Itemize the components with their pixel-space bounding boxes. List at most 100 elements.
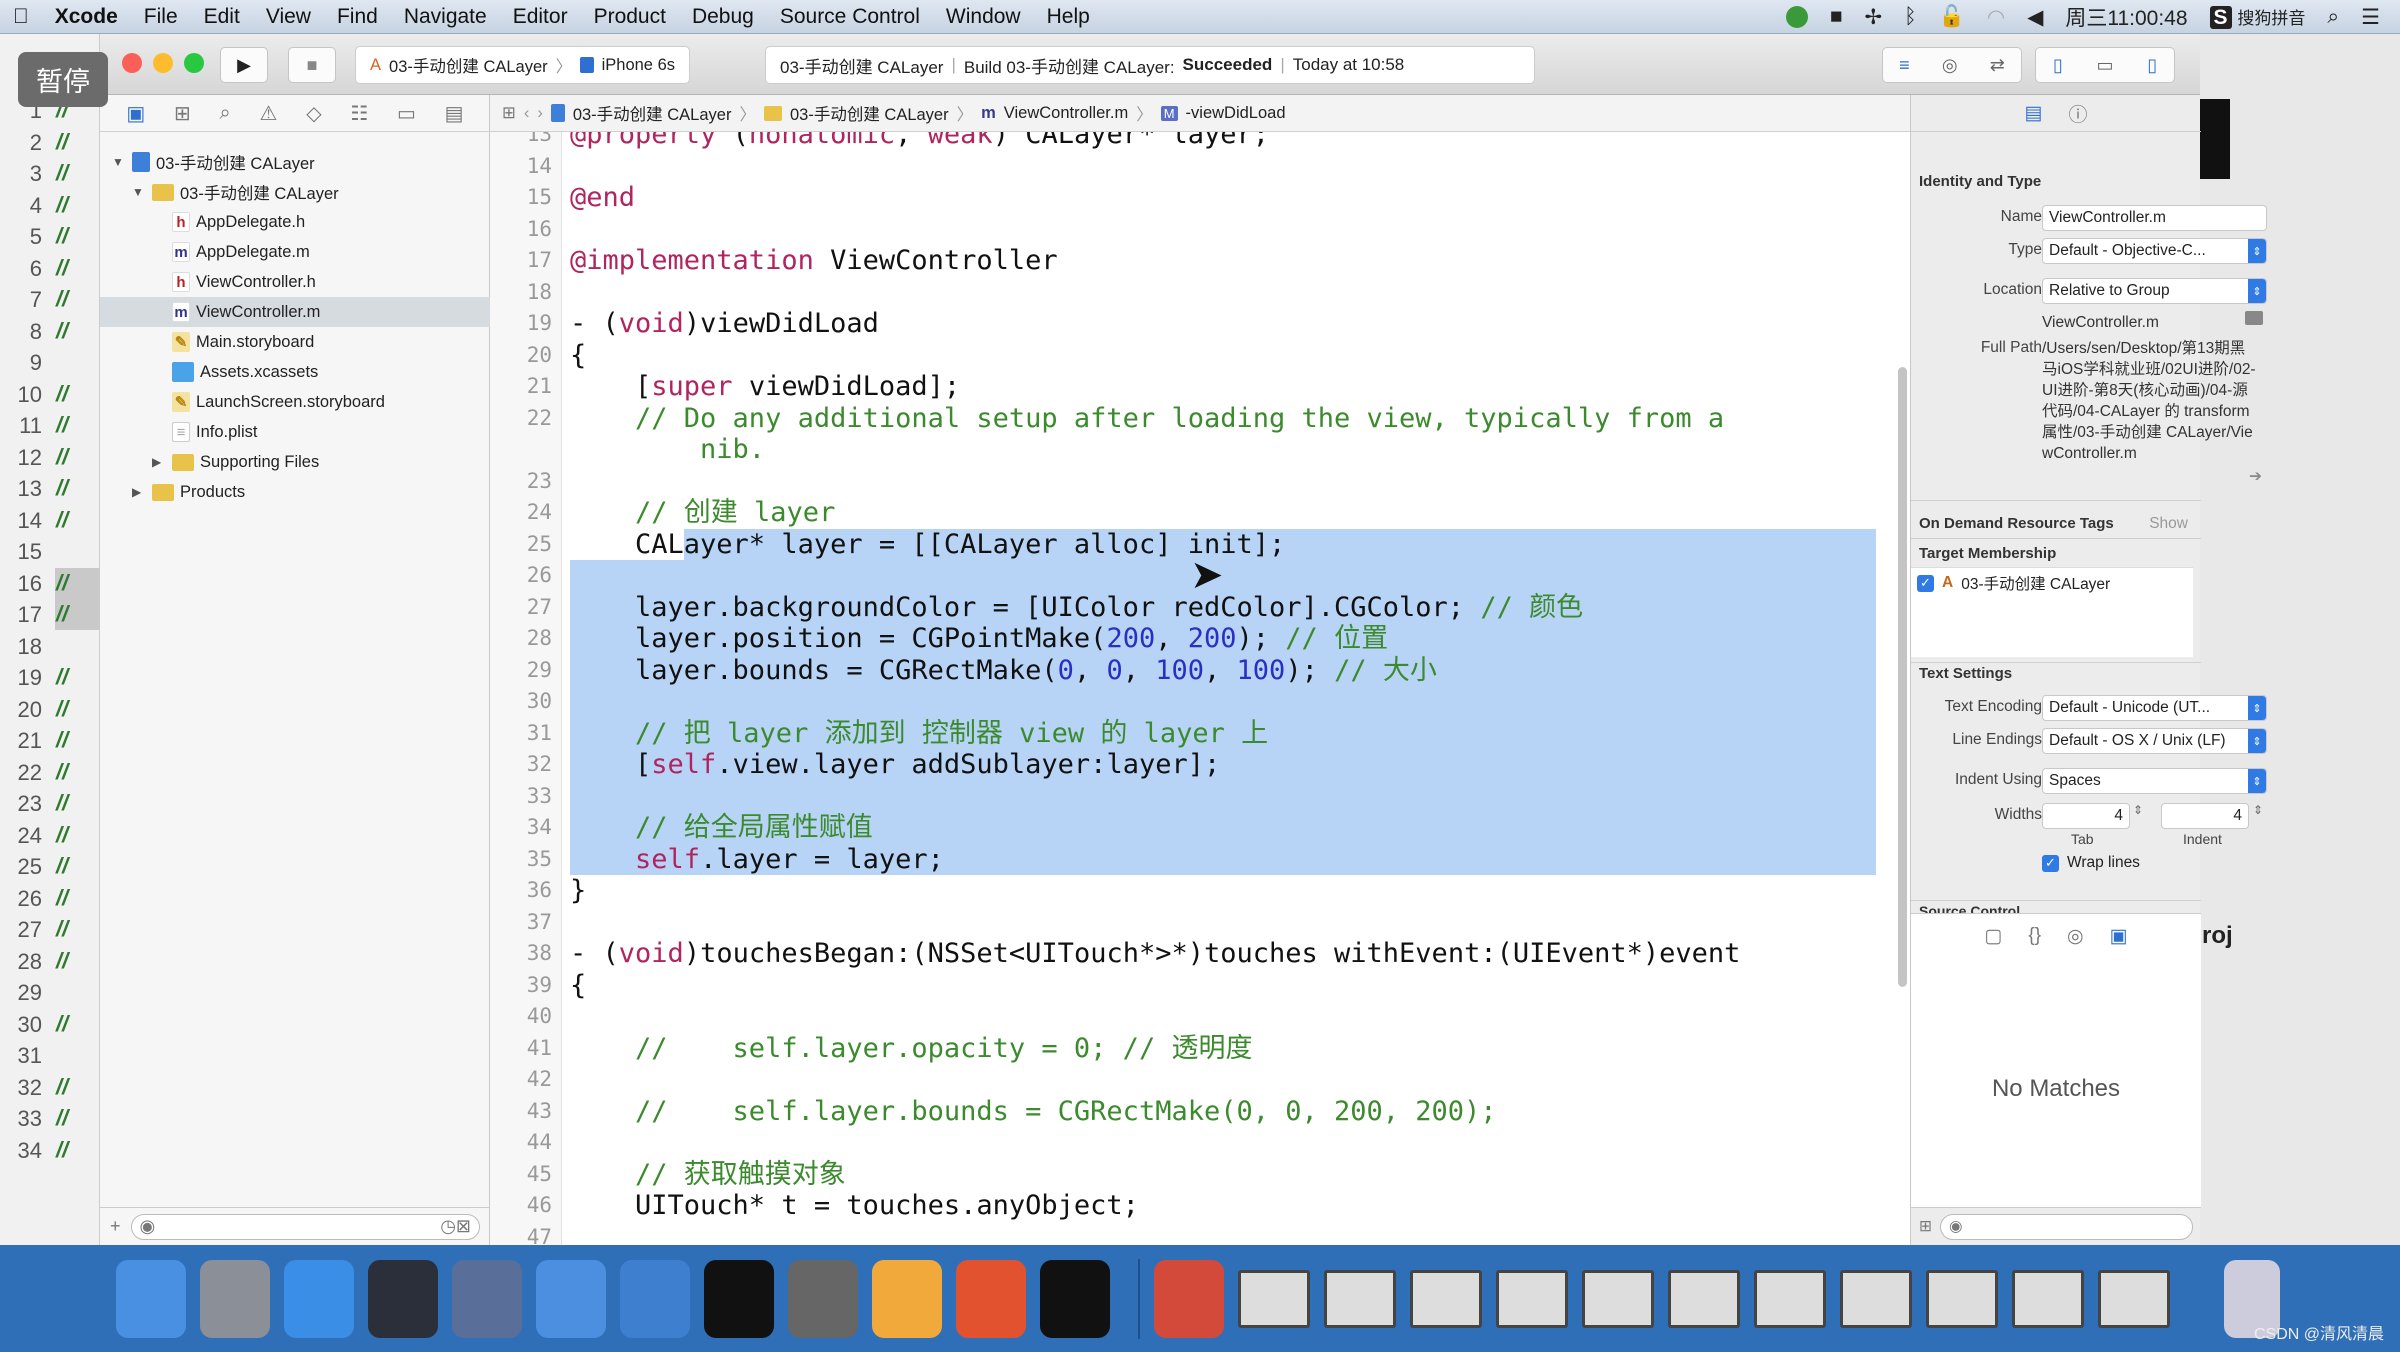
menu-help[interactable]: Help xyxy=(1034,5,1103,29)
breakpoint-navigator-icon[interactable]: ▭ xyxy=(397,101,416,126)
utilities-toggle-icon[interactable]: ▯ xyxy=(2147,55,2157,76)
back-button[interactable]: ‹ xyxy=(524,104,530,123)
dock-mouse-icon[interactable] xyxy=(368,1259,438,1338)
run-button[interactable]: ▶ xyxy=(220,47,268,83)
menu-view[interactable]: View xyxy=(253,5,324,29)
file-template-library-icon[interactable]: ▢ xyxy=(1984,925,2002,948)
menu-file[interactable]: File xyxy=(131,5,191,29)
odr-show-button[interactable]: Show xyxy=(2149,515,2188,533)
dock-minimized-window[interactable] xyxy=(1754,1269,1826,1328)
menu-find[interactable]: Find xyxy=(324,5,391,29)
jump-group[interactable]: 03-手动创建 CALayer xyxy=(790,101,949,125)
menu-product[interactable]: Product xyxy=(581,5,679,29)
disclosure-closed-icon[interactable]: ▶ xyxy=(132,485,146,499)
library-filter-input[interactable]: ◉ xyxy=(1940,1213,2193,1240)
indent-width-field[interactable]: 4 xyxy=(2161,803,2249,829)
related-items-icon[interactable]: ⊞ xyxy=(502,103,516,123)
project-navigator-icon[interactable]: ▣ xyxy=(126,101,145,126)
editor-scrollbar[interactable] xyxy=(1898,367,1907,987)
dock-minimized-window[interactable] xyxy=(2012,1269,2084,1328)
grid-view-icon[interactable]: ⊞ xyxy=(1919,1217,1932,1236)
dock-terminal-icon[interactable] xyxy=(704,1259,774,1338)
debug-navigator-icon[interactable]: ☷ xyxy=(350,101,368,126)
dock-launchpad-icon[interactable] xyxy=(200,1259,270,1338)
menu-source-control[interactable]: Source Control xyxy=(767,5,933,29)
wrap-lines-checkbox[interactable]: ✓ Wrap lines xyxy=(2042,854,2140,872)
tree-item[interactable]: ≡ Info.plist xyxy=(100,417,490,447)
spotlight-icon[interactable]: ⌕ xyxy=(2327,5,2339,29)
jump-project[interactable]: 03-手动创建 CALayer xyxy=(573,101,732,125)
tree-item[interactable]: ▶ Products xyxy=(100,477,490,507)
dock-system-preferences-icon[interactable] xyxy=(788,1259,858,1338)
navigator-filter-input[interactable]: ◉ ◷⊠ xyxy=(130,1213,480,1240)
tree-item[interactable]: ▶ Supporting Files xyxy=(100,447,490,477)
menu-debug[interactable]: Debug xyxy=(679,5,767,29)
dock-minimized-window[interactable] xyxy=(1668,1269,1740,1328)
scheme-selector[interactable]: A 03-手动创建 CALayer 〉 iPhone 6s xyxy=(355,46,690,84)
fan-icon[interactable]: ✢ xyxy=(1865,5,1883,30)
tree-item[interactable]: m ViewController.m xyxy=(100,297,490,327)
tree-item[interactable]: m AppDelegate.m xyxy=(100,237,490,267)
dock-minimized-window[interactable] xyxy=(1324,1269,1396,1328)
symbol-navigator-icon[interactable]: ⊞ xyxy=(174,101,191,126)
tree-item[interactable]: h ViewController.h xyxy=(100,267,490,297)
debug-area-toggle-icon[interactable]: ▭ xyxy=(2096,55,2113,76)
test-navigator-icon[interactable]: ◇ xyxy=(306,101,321,126)
navigator-toggle-icon[interactable]: ▯ xyxy=(2053,55,2063,76)
volume-icon[interactable]: ◀ xyxy=(2027,5,2043,30)
code-area[interactable]: 13 @property (nonatomic, weak) CALayer* l… xyxy=(490,132,1910,1245)
dock-xcode-icon[interactable] xyxy=(536,1259,606,1338)
notification-center-icon[interactable]: ☰ xyxy=(2361,5,2380,30)
tree-item[interactable]: h AppDelegate.h xyxy=(100,207,490,237)
version-editor-icon[interactable]: ⇄ xyxy=(1990,55,2005,76)
tab-width-stepper[interactable]: ⇕ xyxy=(2133,803,2143,817)
add-icon[interactable]: + xyxy=(110,1216,121,1237)
wifi-icon[interactable]: ◠ xyxy=(1987,5,2005,30)
dock-minimized-window[interactable] xyxy=(1238,1269,1310,1328)
dock-minimized-window[interactable] xyxy=(2098,1269,2170,1328)
tree-item[interactable]: ✎ Main.storyboard xyxy=(100,327,490,357)
encoding-select[interactable]: Default - Unicode (UT... ⇕ xyxy=(2042,695,2267,721)
clock[interactable]: 周三11:00:48 xyxy=(2065,2,2187,32)
checkbox-checked-icon[interactable]: ✓ xyxy=(1917,574,1934,592)
minimize-window-button[interactable] xyxy=(153,53,173,73)
line-endings-select[interactable]: Default - OS X / Unix (LF) ⇕ xyxy=(2042,728,2267,754)
dock-minimized-window[interactable] xyxy=(1926,1269,1998,1328)
dock-minimized-window[interactable] xyxy=(1840,1269,1912,1328)
apple-menu-icon[interactable]:  xyxy=(0,5,42,29)
choose-folder-icon[interactable] xyxy=(2245,311,2263,325)
disclosure-closed-icon[interactable]: ▶ xyxy=(152,455,166,469)
code-snippet-library-icon[interactable]: {} xyxy=(2028,925,2041,947)
object-library-icon[interactable]: ◎ xyxy=(2067,925,2084,948)
assistant-editor-icon[interactable]: ◎ xyxy=(1942,55,1958,76)
location-select[interactable]: Relative to Group ⇕ xyxy=(2042,278,2267,304)
report-navigator-icon[interactable]: ▤ xyxy=(445,101,464,126)
screen-record-icon[interactable]: ■ xyxy=(1830,5,1843,29)
target-membership-item[interactable]: ✓ A 03-手动创建 CALayer xyxy=(1917,572,2110,594)
menu-window[interactable]: Window xyxy=(933,5,1034,29)
quick-help-icon[interactable]: ⓘ xyxy=(2068,100,2087,127)
dock-p-app-icon[interactable] xyxy=(956,1259,1026,1338)
tab-width-field[interactable]: 4 xyxy=(2042,803,2130,829)
forward-button[interactable]: › xyxy=(537,104,543,123)
jump-method[interactable]: -viewDidLoad xyxy=(1186,104,1286,123)
file-inspector-icon[interactable]: ▤ xyxy=(2025,102,2043,125)
dock-safari-icon[interactable] xyxy=(284,1259,354,1338)
ime-menu[interactable]: S 搜狗拼音 xyxy=(2209,4,2305,30)
find-navigator-icon[interactable]: ⌕ xyxy=(220,102,231,125)
indent-width-stepper[interactable]: ⇕ xyxy=(2253,803,2263,817)
dock-minimized-window[interactable] xyxy=(1410,1269,1482,1328)
dock-minimized-window[interactable] xyxy=(1582,1269,1654,1328)
dock-finder-icon[interactable] xyxy=(116,1259,186,1338)
zoom-window-button[interactable] xyxy=(184,53,204,73)
close-window-button[interactable] xyxy=(122,53,142,73)
dock-instruments-icon[interactable] xyxy=(620,1259,690,1338)
bluetooth-icon[interactable]: ᛒ xyxy=(1904,5,1917,29)
type-select[interactable]: Default - Objective-C... ⇕ xyxy=(2042,238,2267,264)
status-app-icon[interactable] xyxy=(1785,6,1808,28)
stop-button[interactable]: ■ xyxy=(288,47,336,83)
disclosure-open-icon[interactable]: ▼ xyxy=(112,155,126,169)
tree-item[interactable]: Assets.xcassets xyxy=(100,357,490,387)
standard-editor-icon[interactable]: ≡ xyxy=(1899,55,1910,76)
menu-app[interactable]: Xcode xyxy=(42,5,131,29)
